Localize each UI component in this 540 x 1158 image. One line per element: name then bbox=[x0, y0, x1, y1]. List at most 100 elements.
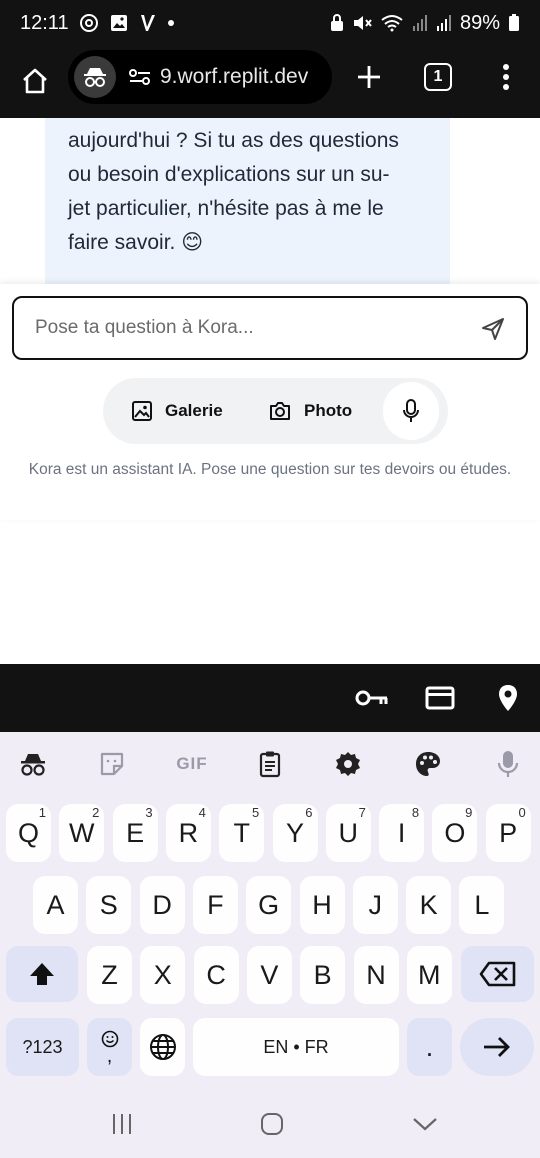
media-actions: Galerie Photo bbox=[103, 378, 448, 444]
key-n[interactable]: N bbox=[353, 946, 399, 1004]
incognito-icon bbox=[74, 56, 116, 98]
home-nav-icon bbox=[261, 1113, 283, 1135]
key-q[interactable]: Q1 bbox=[6, 804, 51, 862]
message-line: aujourd'hui ? Si tu as des questions bbox=[68, 129, 399, 152]
tab-switcher-button[interactable]: 1 bbox=[424, 63, 452, 91]
recents-button[interactable] bbox=[106, 1106, 138, 1142]
key-s[interactable]: S bbox=[86, 876, 132, 934]
key-label: O bbox=[444, 817, 466, 848]
key-label: Y bbox=[285, 817, 304, 848]
chevron-down-icon bbox=[413, 1118, 437, 1131]
key-number-hint: 0 bbox=[518, 805, 526, 820]
key-o[interactable]: O9 bbox=[432, 804, 478, 862]
backspace-key[interactable] bbox=[461, 946, 534, 1002]
key-number-hint: 9 bbox=[465, 805, 473, 820]
address-bar[interactable]: 9.worf.replit.dev bbox=[68, 50, 332, 104]
settings-gear-icon[interactable] bbox=[330, 746, 366, 782]
key-label: U bbox=[338, 817, 359, 848]
password-key-icon[interactable] bbox=[352, 664, 392, 732]
key-y[interactable]: Y6 bbox=[272, 804, 318, 862]
key-a[interactable]: A bbox=[33, 876, 78, 934]
shift-icon bbox=[30, 963, 54, 985]
incognito-icon[interactable] bbox=[15, 746, 51, 782]
key-h[interactable]: H bbox=[299, 876, 345, 934]
key-number-hint: 4 bbox=[198, 805, 206, 820]
key-w[interactable]: W2 bbox=[59, 804, 105, 862]
signal-icon bbox=[436, 14, 452, 32]
message-line: ou besoin d'explications sur un su- bbox=[68, 163, 390, 186]
gallery-icon bbox=[109, 13, 129, 33]
key-label: Q bbox=[17, 817, 39, 848]
key-g[interactable]: G bbox=[246, 876, 292, 934]
key-f[interactable]: F bbox=[192, 876, 238, 934]
microphone-icon[interactable] bbox=[490, 746, 526, 782]
key-label: R bbox=[178, 817, 199, 848]
home-icon bbox=[23, 68, 47, 94]
shift-key[interactable] bbox=[6, 946, 78, 1002]
key-label: W bbox=[69, 817, 95, 848]
credit-card-icon[interactable] bbox=[420, 664, 460, 732]
site-settings-icon[interactable] bbox=[128, 67, 152, 87]
send-icon[interactable] bbox=[480, 316, 506, 347]
clipboard-icon[interactable] bbox=[252, 746, 288, 782]
plus-icon bbox=[358, 66, 380, 88]
period-key[interactable]: . bbox=[407, 1018, 452, 1076]
key-z[interactable]: Z bbox=[87, 946, 132, 1004]
autofill-toolbar bbox=[0, 664, 540, 732]
space-key[interactable]: EN • FR bbox=[193, 1018, 399, 1076]
symbols-key[interactable]: ?123 bbox=[6, 1018, 79, 1076]
more-vert-icon bbox=[503, 64, 509, 90]
voice-input-button[interactable] bbox=[383, 382, 439, 440]
key-e[interactable]: E3 bbox=[112, 804, 158, 862]
new-tab-button[interactable] bbox=[350, 58, 388, 96]
key-i[interactable]: I8 bbox=[379, 804, 425, 862]
key-r[interactable]: R4 bbox=[165, 804, 211, 862]
more-menu-button[interactable] bbox=[490, 58, 522, 96]
key-p[interactable]: P0 bbox=[485, 804, 531, 862]
back-button[interactable] bbox=[408, 1106, 442, 1142]
assistant-message-bubble: aujourd'hui ? Si tu as des questions ou … bbox=[45, 118, 450, 288]
key-number-hint: 6 bbox=[305, 805, 313, 820]
key-m[interactable]: M bbox=[406, 946, 452, 1004]
wifi-icon bbox=[380, 14, 404, 32]
disclaimer-text: Kora est un assistant IA. Pose une quest… bbox=[28, 461, 512, 478]
microphone-icon bbox=[403, 399, 419, 422]
key-v[interactable]: V bbox=[246, 946, 292, 1004]
key-number-hint: 5 bbox=[251, 805, 260, 820]
key-c[interactable]: C bbox=[193, 946, 239, 1004]
key-label: P bbox=[499, 817, 518, 848]
language-key[interactable] bbox=[140, 1018, 185, 1076]
home-button[interactable] bbox=[14, 60, 56, 102]
sticker-icon[interactable] bbox=[94, 746, 130, 782]
key-b[interactable]: B bbox=[300, 946, 346, 1004]
threads-icon bbox=[79, 13, 99, 33]
key-t[interactable]: T5 bbox=[219, 804, 265, 862]
key-number-hint: 8 bbox=[411, 805, 420, 820]
input-placeholder: Pose ta question à Kora... bbox=[35, 317, 254, 338]
palette-icon[interactable] bbox=[410, 746, 446, 782]
url-text[interactable]: 9.worf.replit.dev bbox=[160, 65, 308, 89]
home-nav-button[interactable] bbox=[256, 1106, 288, 1142]
enter-key[interactable] bbox=[460, 1018, 534, 1076]
key-x[interactable]: X bbox=[140, 946, 186, 1004]
key-k[interactable]: K bbox=[406, 876, 452, 934]
message-line: faire savoir. 😊 bbox=[68, 231, 204, 254]
globe-icon bbox=[149, 1034, 176, 1060]
arrow-right-icon bbox=[484, 1037, 510, 1057]
key-u[interactable]: U7 bbox=[325, 804, 371, 862]
key-d[interactable]: D bbox=[139, 876, 185, 934]
gallery-button[interactable]: Galerie bbox=[131, 378, 223, 444]
question-input[interactable]: Pose ta question à Kora... bbox=[12, 296, 528, 360]
emoji-comma-key[interactable]: , bbox=[87, 1018, 132, 1076]
browser-toolbar: 9.worf.replit.dev 1 bbox=[0, 46, 540, 118]
v-app-icon bbox=[139, 13, 157, 33]
photo-button[interactable]: Photo bbox=[268, 378, 352, 444]
message-line: jet particulier, n'hésite pas à me le bbox=[68, 197, 384, 220]
location-pin-icon[interactable] bbox=[490, 664, 526, 732]
key-label: I bbox=[397, 817, 406, 848]
message-text: aujourd'hui ? Si tu as des questions ou … bbox=[68, 124, 426, 260]
key-number-hint: 3 bbox=[145, 805, 153, 820]
key-l[interactable]: L bbox=[459, 876, 505, 934]
gif-button[interactable]: GIF bbox=[168, 746, 216, 782]
key-j[interactable]: J bbox=[352, 876, 398, 934]
